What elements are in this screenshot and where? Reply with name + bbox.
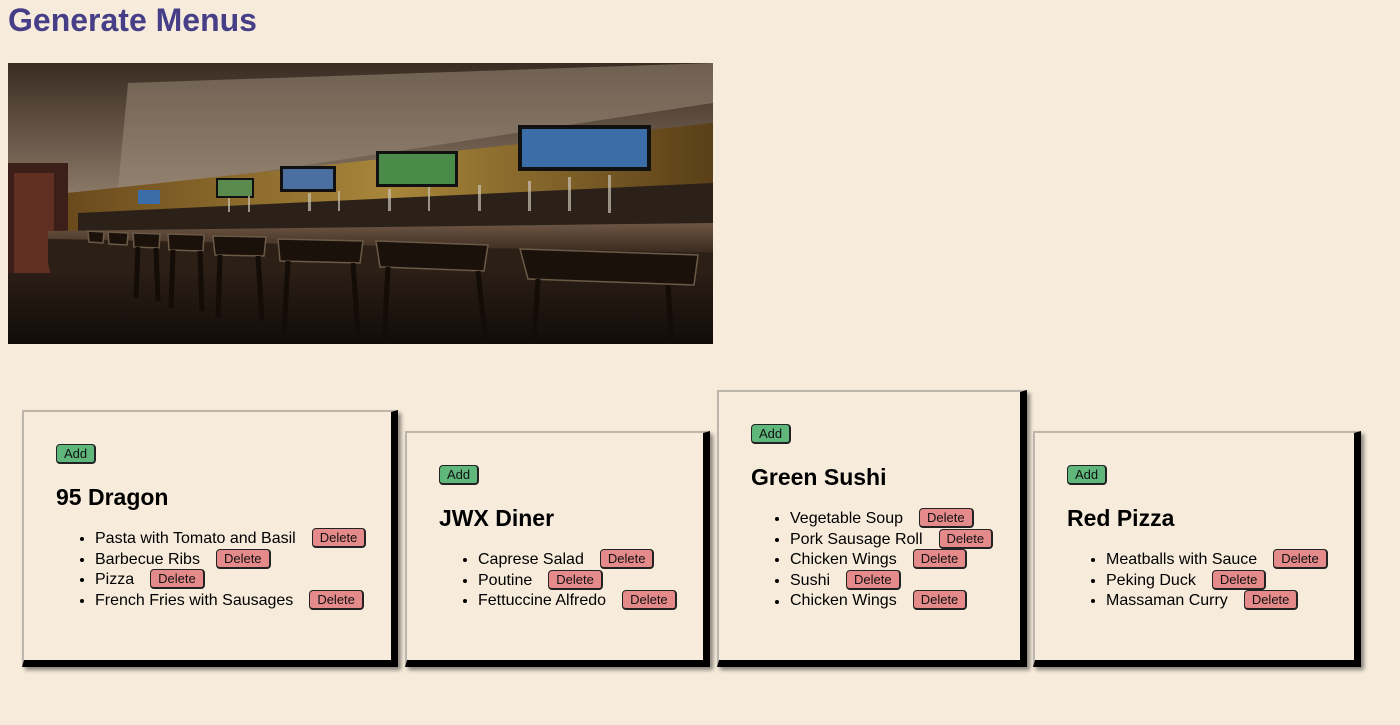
menu-item: Pizza Delete bbox=[95, 569, 366, 591]
menu-item-label: Vegetable Soup bbox=[790, 510, 903, 528]
menu-item-list: Caprese SaladDelete PoutineDelete Fettuc… bbox=[439, 549, 677, 612]
delete-item-button[interactable]: Delete bbox=[1273, 549, 1328, 569]
menu-item: Caprese Salad Delete bbox=[478, 549, 677, 571]
menu-item-label: Sushi bbox=[790, 572, 831, 590]
menu-item-label: Chicken Wings bbox=[790, 592, 897, 610]
menu-item-label: Pork Sausage Roll bbox=[790, 530, 923, 548]
menu-item-label: French Fries with Sausages bbox=[95, 592, 294, 610]
add-item-button[interactable]: Add bbox=[439, 465, 480, 485]
menu-item-list: Vegetable SoupDelete Pork Sausage RollDe… bbox=[751, 508, 994, 612]
delete-item-button[interactable]: Delete bbox=[1243, 590, 1299, 611]
menu-item: French Fries with Sausages Delete bbox=[95, 589, 366, 612]
menu-title: Green Sushi bbox=[751, 464, 887, 490]
menu-item: Chicken Wings Delete bbox=[790, 549, 993, 571]
delete-item-button[interactable]: Delete bbox=[599, 549, 655, 569]
menu-item: Fettuccine Alfredo Delete bbox=[478, 590, 677, 612]
menu-item-label: Massaman Curry bbox=[1106, 592, 1228, 610]
menu-item-label: Poutine bbox=[478, 571, 533, 589]
menu-item: Peking Duck Delete bbox=[1106, 569, 1328, 592]
menu-card: Add 95 Dragon Pasta with Tomato and Basi… bbox=[22, 410, 398, 667]
add-item-button[interactable]: Add bbox=[1067, 465, 1108, 485]
menu-item-label: Chicken Wings bbox=[790, 551, 897, 569]
delete-item-button[interactable]: Delete bbox=[548, 569, 603, 590]
menu-item-label: Pasta with Tomato and Basil bbox=[95, 530, 296, 548]
menu-item-label: Peking Duck bbox=[1106, 571, 1196, 589]
menu-title: JWX Diner bbox=[439, 505, 555, 531]
menu-card: Add Red Pizza Meatballs with SauceDelete… bbox=[1033, 431, 1361, 667]
menu-title: Red Pizza bbox=[1067, 505, 1175, 531]
menu-item: Pork Sausage Roll Delete bbox=[790, 528, 994, 551]
menu-item: Massaman Curry Delete bbox=[1106, 590, 1328, 612]
delete-item-button[interactable]: Delete bbox=[311, 528, 367, 548]
delete-item-button[interactable]: Delete bbox=[938, 528, 994, 549]
add-item-button[interactable]: Add bbox=[56, 444, 97, 464]
menu-item-label: Caprese Salad bbox=[478, 551, 584, 569]
delete-item-button[interactable]: Delete bbox=[309, 589, 364, 610]
menu-item: Pasta with Tomato and Basil Delete bbox=[95, 528, 367, 550]
restaurant-banner-image bbox=[8, 63, 713, 344]
delete-item-button[interactable]: Delete bbox=[912, 549, 968, 570]
delete-item-button[interactable]: Delete bbox=[150, 569, 205, 590]
add-item-button[interactable]: Add bbox=[751, 424, 792, 444]
menu-item-label: Barbecue Ribs bbox=[95, 550, 200, 568]
menu-item: Vegetable Soup Delete bbox=[790, 508, 993, 530]
menu-item-label: Meatballs with Sauce bbox=[1106, 551, 1258, 569]
menu-item-list: Meatballs with SauceDelete Peking DuckDe… bbox=[1067, 549, 1328, 612]
menu-title: 95 Dragon bbox=[56, 484, 169, 510]
delete-item-button[interactable]: Delete bbox=[215, 548, 271, 569]
menu-item: Chicken Wings Delete bbox=[790, 590, 993, 612]
menu-item: Poutine Delete bbox=[478, 569, 677, 592]
menu-item: Sushi Delete bbox=[790, 569, 993, 592]
delete-item-button[interactable]: Delete bbox=[919, 508, 974, 528]
menu-item-list: Pasta with Tomato and BasilDelete Barbec… bbox=[56, 528, 367, 612]
delete-item-button[interactable]: Delete bbox=[622, 590, 677, 611]
menu-item: Meatballs with Sauce Delete bbox=[1106, 549, 1328, 571]
menu-item: Barbecue Ribs Delete bbox=[95, 548, 366, 571]
menu-item-label: Fettuccine Alfredo bbox=[478, 592, 607, 610]
delete-item-button[interactable]: Delete bbox=[912, 590, 968, 611]
menu-card: Add JWX Diner Caprese SaladDelete Poutin… bbox=[405, 431, 710, 667]
delete-item-button[interactable]: Delete bbox=[846, 569, 901, 590]
menu-card: Add Green Sushi Vegetable Soup Delete Por… bbox=[717, 390, 1027, 667]
page-title: Generate Menus bbox=[8, 2, 257, 38]
delete-item-button[interactable]: Delete bbox=[1211, 569, 1267, 590]
menu-item-label: Pizza bbox=[95, 571, 135, 589]
